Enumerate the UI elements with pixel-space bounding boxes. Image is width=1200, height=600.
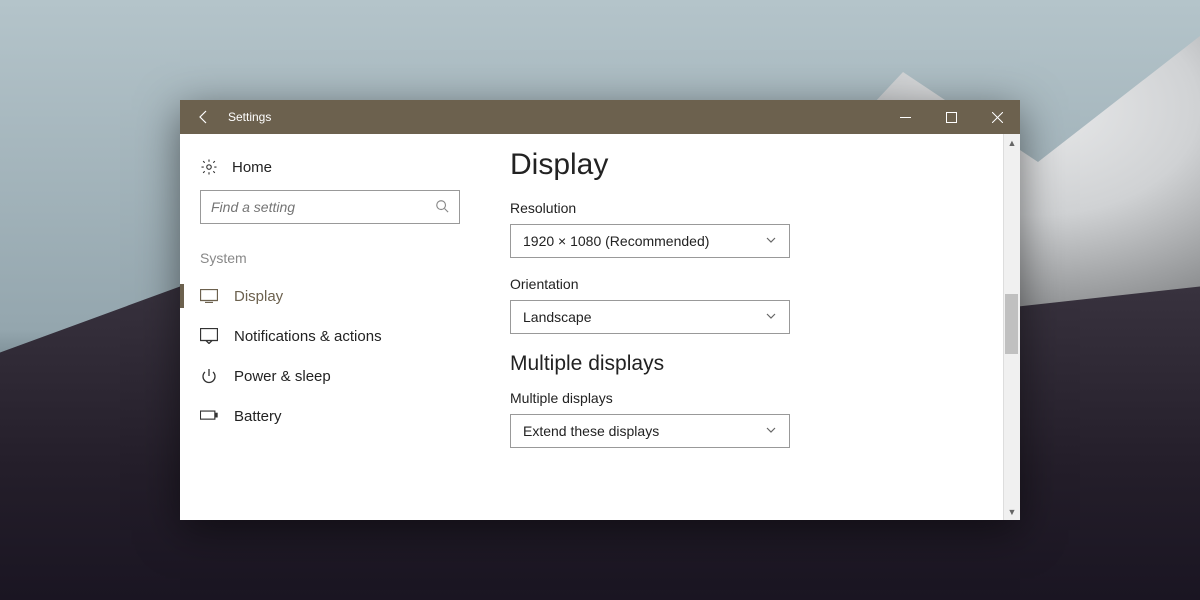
sidebar-item-label: Notifications & actions — [234, 328, 382, 345]
multiple-displays-heading: Multiple displays — [510, 352, 990, 376]
resolution-value: 1920 × 1080 (Recommended) — [523, 233, 709, 249]
chevron-down-icon — [765, 233, 777, 249]
sidebar: Home System — [180, 134, 480, 520]
vertical-scrollbar[interactable]: ▲ ▼ — [1003, 134, 1020, 520]
orientation-label: Orientation — [510, 276, 990, 292]
multiple-displays-label: Multiple displays — [510, 390, 990, 406]
display-icon — [200, 287, 218, 305]
page-heading: Display — [510, 148, 990, 182]
back-button[interactable] — [180, 100, 228, 134]
search-input[interactable] — [211, 199, 411, 215]
sidebar-item-display[interactable]: Display — [180, 276, 480, 316]
title-bar: Settings — [180, 100, 1020, 134]
scroll-thumb[interactable] — [1005, 294, 1018, 354]
minimize-button[interactable] — [882, 100, 928, 134]
resolution-label: Resolution — [510, 200, 990, 216]
sidebar-item-label: Battery — [234, 408, 282, 425]
sidebar-item-notifications[interactable]: Notifications & actions — [180, 316, 480, 356]
search-icon — [435, 199, 449, 216]
settings-window: Settings Home — [180, 100, 1020, 520]
gear-icon — [200, 158, 218, 176]
notifications-icon — [200, 327, 218, 345]
chevron-down-icon — [765, 423, 777, 439]
content-pane: Display Resolution 1920 × 1080 (Recommen… — [480, 134, 1020, 520]
window-title: Settings — [228, 110, 271, 124]
sidebar-group-label: System — [180, 244, 480, 276]
chevron-down-icon — [765, 309, 777, 325]
battery-icon — [200, 407, 218, 425]
orientation-value: Landscape — [523, 309, 592, 325]
resolution-select[interactable]: 1920 × 1080 (Recommended) — [510, 224, 790, 258]
sidebar-item-label: Display — [234, 288, 283, 305]
sidebar-item-power[interactable]: Power & sleep — [180, 356, 480, 396]
orientation-select[interactable]: Landscape — [510, 300, 790, 334]
maximize-button[interactable] — [928, 100, 974, 134]
scroll-up-button[interactable]: ▲ — [1004, 134, 1020, 151]
power-icon — [200, 367, 218, 385]
sidebar-item-label: Power & sleep — [234, 368, 331, 385]
sidebar-item-battery[interactable]: Battery — [180, 396, 480, 436]
close-button[interactable] — [974, 100, 1020, 134]
search-box[interactable] — [200, 190, 460, 224]
home-link[interactable]: Home — [180, 150, 480, 190]
home-label: Home — [232, 159, 272, 176]
multiple-displays-value: Extend these displays — [523, 423, 659, 439]
multiple-displays-select[interactable]: Extend these displays — [510, 414, 790, 448]
scroll-down-button[interactable]: ▼ — [1004, 503, 1020, 520]
